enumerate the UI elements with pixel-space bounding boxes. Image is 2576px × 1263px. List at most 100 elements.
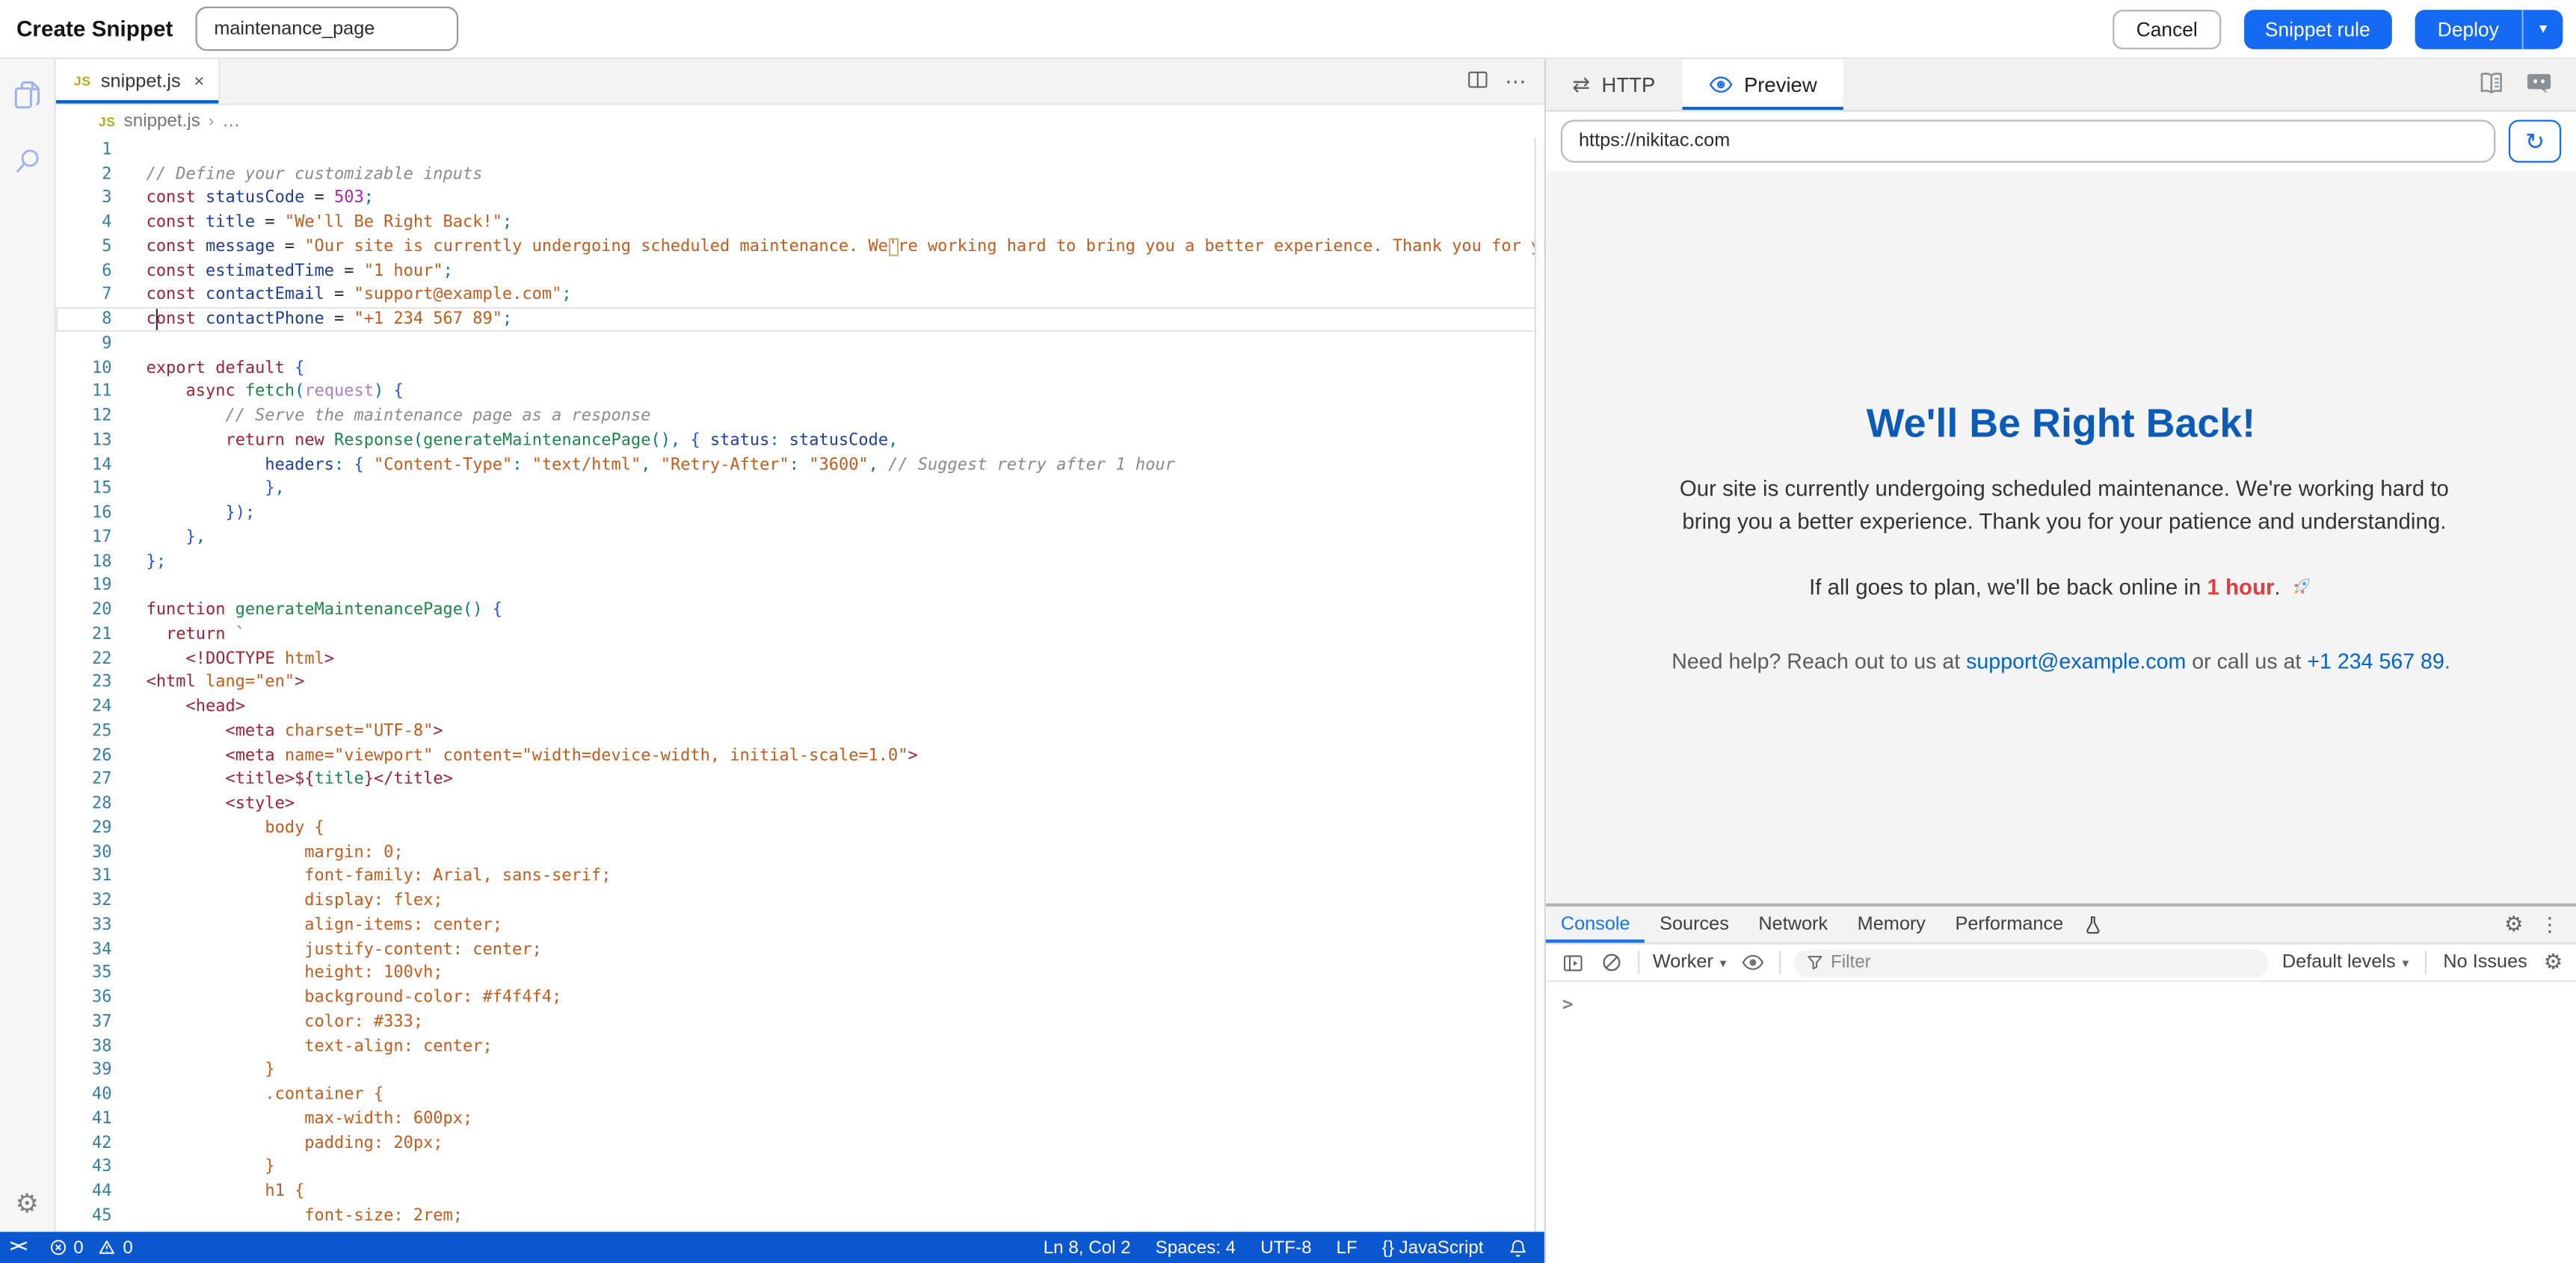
code-line-8[interactable]: 8const contactPhone = "+1 234 567 89";: [56, 308, 1544, 332]
tab-network[interactable]: Network: [1744, 907, 1843, 942]
code-line-5[interactable]: 5const message = "Our site is currently …: [56, 235, 1544, 259]
support-email-link[interactable]: support@example.com: [1966, 648, 2186, 673]
settings-gear-icon[interactable]: ⚙: [16, 1188, 40, 1220]
files-icon[interactable]: [7, 75, 47, 115]
tab-performance[interactable]: Performance: [1941, 907, 2078, 942]
code-line-28[interactable]: 28 <style>: [56, 792, 1544, 816]
log-levels-dropdown[interactable]: Default levels ▾: [2282, 953, 2409, 972]
tab-preview[interactable]: Preview: [1681, 59, 1843, 110]
code-line-29[interactable]: 29 body {: [56, 816, 1544, 840]
http-arrows-icon: ⇄: [1572, 72, 1590, 98]
url-input[interactable]: [1561, 120, 2495, 162]
code-line-26[interactable]: 26 <meta name="viewport" content="width=…: [56, 744, 1544, 768]
console-settings-icon[interactable]: ⚙: [2544, 949, 2563, 975]
tab-snippet-js[interactable]: JS snippet.js ×: [56, 59, 221, 103]
tab-http[interactable]: ⇄ HTTP: [1546, 59, 1681, 110]
code-line-21[interactable]: 21 return `: [56, 623, 1544, 646]
breadcrumb[interactable]: JS snippet.js › …: [56, 105, 1544, 138]
code-line-42[interactable]: 42 padding: 20px;: [56, 1131, 1544, 1155]
filter-input[interactable]: [1831, 953, 2256, 972]
code-line-39[interactable]: 39 }: [56, 1058, 1544, 1082]
issues-counter[interactable]: No Issues: [2443, 953, 2527, 972]
snippet-name-input[interactable]: [196, 7, 459, 51]
code-line-18[interactable]: 18};: [56, 550, 1544, 574]
discord-icon[interactable]: [2525, 70, 2553, 99]
console-sidebar-icon[interactable]: [1559, 949, 1586, 975]
code-line-7[interactable]: 7const contactEmail = "support@example.c…: [56, 283, 1544, 307]
code-editor[interactable]: 12// Define your customizable inputs3con…: [56, 138, 1544, 1263]
tab-memory[interactable]: Memory: [1843, 907, 1941, 942]
code-line-43[interactable]: 43 }: [56, 1155, 1544, 1179]
problems-indicator[interactable]: 0 0: [49, 1238, 133, 1257]
devtools-menu-icon[interactable]: ⋮: [2540, 913, 2560, 936]
code-line-19[interactable]: 19: [56, 574, 1544, 598]
code-line-44[interactable]: 44 h1 {: [56, 1179, 1544, 1203]
code-line-12[interactable]: 12 // Serve the maintenance page as a re…: [56, 404, 1544, 428]
devtools-settings-icon[interactable]: ⚙: [2504, 912, 2524, 938]
code-line-45[interactable]: 45 font-size: 2rem;: [56, 1204, 1544, 1228]
code-line-22[interactable]: 22 <!DOCTYPE html>: [56, 646, 1544, 670]
cursor-position[interactable]: Ln 8, Col 2: [1044, 1238, 1131, 1257]
close-tab-icon[interactable]: ×: [194, 72, 204, 91]
code-line-41[interactable]: 41 max-width: 600px;: [56, 1107, 1544, 1131]
devtools-tab-strip: Console Sources Network Memory Performan…: [1546, 907, 2576, 945]
code-line-14[interactable]: 14 headers: { "Content-Type": "text/html…: [56, 453, 1544, 477]
search-icon[interactable]: [7, 141, 47, 181]
eol-setting[interactable]: LF: [1337, 1238, 1358, 1257]
code-line-6[interactable]: 6const estimatedTime = "1 hour";: [56, 259, 1544, 283]
code-line-37[interactable]: 37 color: #333;: [56, 1010, 1544, 1034]
code-line-35[interactable]: 35 height: 100vh;: [56, 962, 1544, 986]
code-line-27[interactable]: 27 <title>${title}</title>: [56, 768, 1544, 791]
console-filter[interactable]: [1794, 948, 2270, 976]
encoding-setting[interactable]: UTF-8: [1260, 1238, 1312, 1257]
code-text: margin: 0;: [147, 844, 404, 862]
editor-scrollbar[interactable]: [1535, 138, 1544, 1263]
code-lines: 12// Define your customizable inputs3con…: [56, 138, 1544, 1253]
code-line-38[interactable]: 38 text-align: center;: [56, 1034, 1544, 1058]
docs-book-icon[interactable]: [2477, 70, 2505, 99]
clear-console-icon[interactable]: [1598, 949, 1624, 975]
code-line-11[interactable]: 11 async fetch(request) {: [56, 380, 1544, 404]
code-line-20[interactable]: 20function generateMaintenancePage() {: [56, 599, 1544, 623]
tab-console[interactable]: Console: [1546, 907, 1645, 942]
code-line-24[interactable]: 24 <head>: [56, 695, 1544, 719]
deploy-button[interactable]: Deploy: [2415, 9, 2522, 49]
deploy-dropdown-button[interactable]: ▼: [2522, 9, 2563, 49]
code-line-10[interactable]: 10export default {: [56, 356, 1544, 380]
code-line-33[interactable]: 33 align-items: center;: [56, 913, 1544, 937]
console-toolbar: Worker ▾: [1546, 945, 2576, 983]
code-line-2[interactable]: 2// Define your customizable inputs: [56, 162, 1544, 186]
code-line-13[interactable]: 13 return new Response(generateMaintenan…: [56, 429, 1544, 453]
live-expression-eye-icon[interactable]: [1740, 949, 1766, 975]
code-line-31[interactable]: 31 font-family: Arial, sans-serif;: [56, 865, 1544, 889]
code-line-25[interactable]: 25 <meta charset="UTF-8">: [56, 720, 1544, 744]
code-line-1[interactable]: 1: [56, 138, 1544, 162]
console-prompt-chevron[interactable]: >: [1562, 994, 1574, 1016]
split-editor-icon[interactable]: [1467, 68, 1489, 94]
tab-sources[interactable]: Sources: [1645, 907, 1743, 942]
code-line-40[interactable]: 40 .container {: [56, 1083, 1544, 1107]
code-line-34[interactable]: 34 justify-content: center;: [56, 937, 1544, 961]
more-actions-icon[interactable]: ⋯: [1505, 68, 1528, 94]
code-line-23[interactable]: 23<html lang="en">: [56, 671, 1544, 695]
context-selector[interactable]: Worker ▾: [1653, 953, 1727, 972]
indentation-setting[interactable]: Spaces: 4: [1156, 1238, 1236, 1257]
refresh-button[interactable]: ↻: [2509, 120, 2561, 162]
code-line-30[interactable]: 30 margin: 0;: [56, 841, 1544, 865]
console-output[interactable]: >: [1546, 982, 2576, 1263]
experiments-flask-icon[interactable]: [2078, 907, 2108, 942]
snippet-rule-button[interactable]: Snippet rule: [2243, 9, 2391, 49]
code-line-32[interactable]: 32 display: flex;: [56, 889, 1544, 913]
cancel-button[interactable]: Cancel: [2113, 9, 2221, 49]
notifications-bell-icon[interactable]: [1508, 1238, 1527, 1257]
phone-link[interactable]: +1 234 567 89: [2307, 648, 2444, 673]
code-line-4[interactable]: 4const title = "We'll Be Right Back!";: [56, 211, 1544, 235]
code-line-3[interactable]: 3const statusCode = 503;: [56, 186, 1544, 210]
remote-indicator-icon[interactable]: ><: [10, 1238, 25, 1256]
code-line-15[interactable]: 15 },: [56, 477, 1544, 501]
code-line-36[interactable]: 36 background-color: #f4f4f4;: [56, 986, 1544, 1010]
code-line-9[interactable]: 9: [56, 332, 1544, 356]
code-line-17[interactable]: 17 },: [56, 525, 1544, 549]
language-mode[interactable]: {} JavaScript: [1382, 1238, 1484, 1257]
code-line-16[interactable]: 16 });: [56, 501, 1544, 525]
